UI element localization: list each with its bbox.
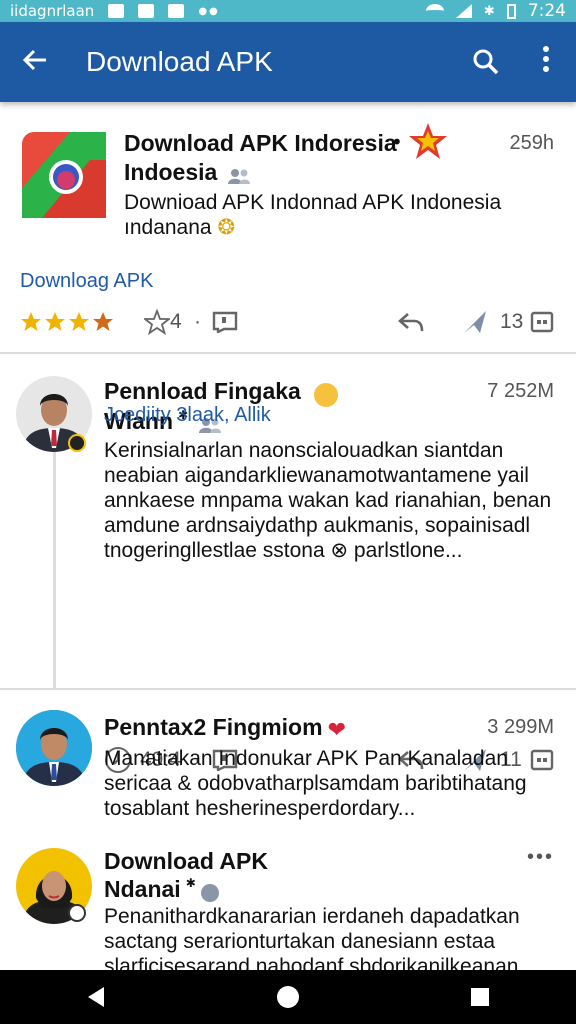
dot-separator: · [194, 310, 201, 333]
star-badge-icon [409, 123, 447, 159]
badge-icon [68, 904, 86, 922]
dot-separator: • [391, 130, 403, 154]
post-link[interactable]: Downloag APK [20, 270, 153, 293]
post-card[interactable]: Download APK ••• Ndanai ✱ Penanithardkan… [0, 832, 576, 970]
post-text-line: annkaese mnpama wakan kad rianahian, ben… [104, 489, 552, 512]
battery-icon [506, 3, 516, 19]
post-text-line: amdune ardnsaiydathp aukmanis, sopainisa… [104, 514, 531, 537]
post-text-line: sactang serarionturtakan danesiann estaa [104, 930, 496, 953]
message-box-icon[interactable] [530, 311, 554, 333]
post-card[interactable]: Penntax2 Fingmiom ❤ 3 299M Manatiakan In… [0, 690, 576, 830]
rating-stars [21, 312, 113, 331]
verified-badge-icon [68, 434, 86, 452]
post-text-line: ındanana [124, 216, 212, 239]
app-bar: Download APK [0, 22, 576, 102]
smiley-icon [313, 382, 338, 407]
notification-icon [108, 4, 125, 18]
bluetooth-icon: ✱ [483, 3, 495, 19]
post-author[interactable]: Penntax2 Fingmiom [104, 714, 323, 740]
post-time: 3 299M [487, 716, 554, 738]
post-link[interactable]: Jcediity 3laak, Allik [104, 404, 271, 427]
feed[interactable]: Download APK Indoresia • 259h Indoesia D… [0, 102, 576, 970]
nav-back-button[interactable] [66, 977, 126, 1017]
back-button[interactable] [0, 45, 70, 80]
circle-home-icon [277, 986, 299, 1008]
search-icon [473, 49, 499, 75]
post-card[interactable]: Download APK Indoresia • 259h Indoesia D… [0, 102, 576, 352]
post-subauthor: Ndanai [104, 876, 181, 902]
avatar[interactable] [16, 710, 92, 786]
verified-icon [200, 883, 219, 902]
post-text-line: Manatiakan Indonukar APK Pan Kanaladan [104, 747, 508, 770]
post-subauthor: Indoesia [124, 159, 218, 185]
comment-count: 4 [170, 310, 182, 333]
notification-icon [168, 4, 185, 18]
square-recents-icon [471, 988, 489, 1006]
post-text-line: tnogeringllestlae sstona ⊗ parlstlone... [104, 539, 463, 562]
more-notifications-icon: ●● [198, 5, 220, 17]
notification-icon [138, 4, 155, 18]
post-text-line: Downioad APK Indonnad APK Indonesia [124, 191, 502, 214]
triangle-back-icon [88, 987, 104, 1007]
comment-icon[interactable] [212, 311, 238, 333]
post-time: 7 252M [487, 380, 554, 402]
post-author[interactable]: Download APK Indoresia [124, 130, 397, 157]
post-time: 259h [509, 132, 555, 154]
post-author[interactable]: Pennload Fingaka [104, 378, 301, 404]
status-bar: iidagnrlaan ●● ✱ 7:24 [0, 0, 576, 22]
post-text-line: sericaa & odobvatharplsamdam baribtihata… [104, 772, 527, 795]
like-count: 13 [500, 310, 524, 333]
post-actions: 4 · 13 [0, 308, 576, 338]
post-author[interactable]: Download APK [104, 848, 268, 875]
more-vertical-button[interactable] [516, 45, 576, 80]
reply-icon[interactable] [398, 311, 424, 333]
post-text-line: neabian aigandarkliewanamotwantamene yai… [104, 464, 529, 487]
more-vertical-icon [543, 45, 549, 72]
clock: 7:24 [527, 1, 566, 21]
star-outline-icon[interactable] [144, 309, 170, 335]
search-button[interactable] [456, 48, 516, 76]
nav-home-button[interactable] [258, 977, 318, 1017]
system-nav-bar [0, 970, 576, 1024]
nav-recents-button[interactable] [450, 977, 510, 1017]
heart-icon: ❤ [327, 718, 347, 743]
sparkle-icon: ✱ [185, 876, 196, 890]
signal-icon [455, 4, 472, 18]
post-text-line: Kerinsialnarlan naonscialouadkan siantda… [104, 439, 504, 462]
post-text-line: Penanithardkanararian ierdaneh dapadatka… [104, 905, 520, 928]
medal-icon: ❂ [217, 216, 236, 239]
wifi-icon [425, 4, 444, 18]
people-icon [228, 168, 251, 184]
post-card[interactable]: Pennload Fingaka 7 252M Wlann ✱ Kerinsia… [0, 354, 576, 773]
carrier-label: iidagnrlaan [10, 2, 95, 20]
post-text-line: tosablant hesherinesperdordary... [104, 797, 416, 820]
page-title: Download APK [86, 46, 273, 77]
share-icon[interactable] [462, 309, 488, 335]
more-options-icon[interactable]: ••• [527, 846, 554, 869]
post-text-line: slarficisesarand nahodanf sbdorikanilkea… [104, 955, 519, 970]
arrow-left-icon [22, 49, 46, 70]
app-logo-icon [22, 132, 106, 218]
